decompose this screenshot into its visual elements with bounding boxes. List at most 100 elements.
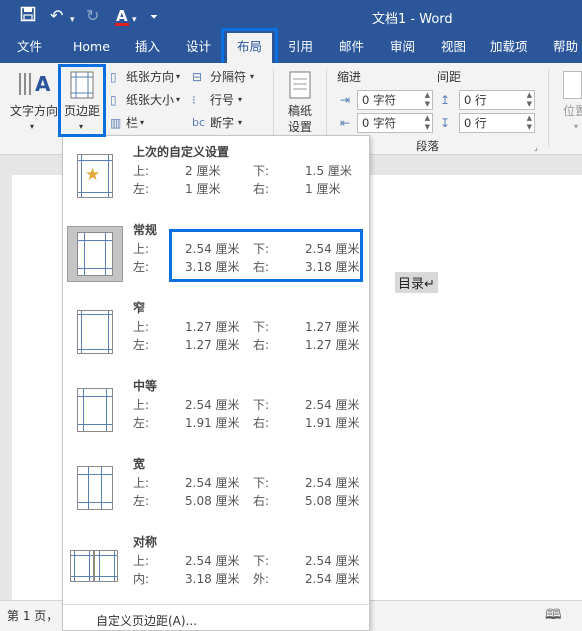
hyphenation-button[interactable]: 断字 (210, 115, 234, 131)
tab-home[interactable]: Home (73, 39, 110, 55)
svg-text:A: A (35, 72, 51, 96)
margin-value: 2.54 厘米 (185, 476, 240, 490)
orientation-button[interactable]: 纸张方向 (126, 69, 174, 85)
position-dropdown-icon[interactable]: ▾ (574, 119, 578, 135)
indent-right-input[interactable]: 0 字符 ▲ ▼ (357, 113, 433, 133)
hyphenation-dropdown-icon[interactable]: ▾ (238, 115, 242, 131)
customize-toolbar-icon[interactable]: ⏷ (150, 8, 158, 28)
margin-option-wide[interactable]: 宽 上: 2.54 厘米 下: 2.54 厘米 左: 5.08 厘米 右: 5.… (63, 448, 369, 526)
margin-label: 上: (133, 242, 150, 256)
margin-value: 2.54 厘米 (305, 572, 360, 586)
tab-layout[interactable]: 布局 (227, 33, 273, 63)
text-direction-dropdown-icon[interactable]: ▾ (30, 119, 34, 135)
tab-insert[interactable]: 插入 (135, 39, 160, 55)
undo-icon[interactable]: ↶ (50, 6, 63, 26)
spacing-label: 间距 (437, 70, 462, 84)
margin-value: 5.08 厘米 (305, 494, 360, 508)
margin-label: 左: (133, 416, 150, 430)
margin-value: 2.54 厘米 (305, 476, 360, 490)
margin-preview-wrap (67, 460, 123, 516)
indent-right-icon: ⇤ (340, 116, 351, 130)
margin-label: 上: (133, 398, 150, 412)
margin-label: 下: (253, 476, 270, 490)
document-heading[interactable]: 目录↵ (395, 272, 438, 293)
margin-value: 1.91 厘米 (305, 416, 360, 430)
window-title: 文档1 - Word (372, 12, 453, 27)
margins-dropdown-icon[interactable]: ▾ (79, 119, 83, 135)
columns-dropdown-icon[interactable]: ▾ (140, 115, 144, 131)
margins-icon[interactable] (70, 71, 94, 102)
margin-value: 5.08 厘米 (185, 494, 240, 508)
text-direction-icon[interactable]: A (16, 69, 54, 102)
margin-label: 上: (133, 554, 150, 568)
columns-button[interactable]: 栏 (126, 115, 138, 131)
tab-view[interactable]: 视图 (441, 39, 466, 55)
margin-option-title: 中等 (133, 379, 158, 393)
size-dropdown-icon[interactable]: ▾ (176, 92, 180, 108)
margin-preview-wrap: ★ (67, 148, 123, 204)
margin-label: 右: (253, 416, 270, 430)
line-numbers-button[interactable]: 行号 (210, 92, 234, 108)
indent-left-input[interactable]: 0 字符 ▲ ▼ (357, 90, 433, 110)
line-numbers-dropdown-icon[interactable]: ▾ (238, 92, 242, 108)
draft-paper-label-line1[interactable]: 稿纸 (288, 103, 312, 119)
margin-preview-wrap (67, 382, 123, 438)
undo-dropdown-icon[interactable]: ▾ (70, 10, 75, 30)
tab-review[interactable]: 审阅 (390, 39, 415, 55)
tab-mailings[interactable]: 邮件 (339, 39, 364, 55)
font-color-dropdown-icon[interactable]: ▾ (132, 10, 137, 30)
text-direction-button[interactable]: 文字方向 (10, 103, 58, 119)
ribbon-separator (548, 69, 549, 147)
margin-option-narrow[interactable]: 窄 上: 1.27 厘米 下: 1.27 厘米 左: 1.27 厘米 右: 1.… (63, 292, 369, 370)
margin-value: 1 厘米 (185, 182, 221, 196)
spacing-after-icon: ↧ (440, 116, 451, 130)
draft-paper-icon[interactable] (289, 71, 311, 102)
breaks-dropdown-icon[interactable]: ▾ (250, 69, 254, 85)
margin-option-mirrored[interactable]: 对称 上: 2.54 厘米 下: 2.54 厘米 内: 3.18 厘米 外: 2… (63, 526, 369, 604)
position-button[interactable]: 位置 (563, 103, 582, 119)
title-bar: ↶ ▾ ↻ A ▾ ⏷ 文档1 - Word (0, 0, 582, 33)
margin-option-moderate[interactable]: 中等 上: 2.54 厘米 下: 2.54 厘米 左: 1.91 厘米 右: 1… (63, 370, 369, 448)
tab-addins[interactable]: 加载项 (490, 39, 528, 55)
size-button[interactable]: 纸张大小 (126, 92, 174, 108)
spacing-after-input[interactable]: 0 行 ▲ ▼ (459, 113, 535, 133)
margin-option-title: 上次的自定义设置 (133, 145, 230, 159)
spinner-arrows-icon[interactable]: ▲ ▼ (527, 114, 532, 132)
star-icon: ★ (85, 165, 101, 185)
margin-option-normal[interactable]: 常规 上: 2.54 厘米 下: 2.54 厘米 左: 3.18 厘米 右: 3… (63, 214, 369, 292)
margin-label: 内: (133, 572, 150, 586)
breaks-button[interactable]: 分隔符 (210, 69, 246, 85)
margin-label: 下: (253, 242, 270, 256)
spacing-before-input[interactable]: 0 行 ▲ ▼ (459, 90, 535, 110)
ribbon-tab-bar: 文件 Home 插入 设计 布局 引用 邮件 审阅 视图 加载项 帮助 (0, 33, 582, 63)
margin-option-last-custom[interactable]: ★ 上次的自定义设置 上: 2 厘米 下: 1.5 厘米 左: 1 厘米 右: … (63, 136, 369, 214)
margin-label: 右: (253, 338, 270, 352)
margin-value: 2.54 厘米 (185, 242, 240, 256)
draft-paper-label-line2[interactable]: 设置 (288, 119, 312, 135)
margin-label: 外: (253, 572, 270, 586)
margin-label: 下: (253, 554, 270, 568)
indent-left-icon: ⇥ (340, 93, 351, 107)
spinner-arrows-icon[interactable]: ▲ ▼ (425, 91, 430, 109)
read-mode-icon[interactable]: 🕮 (545, 604, 562, 628)
margin-label: 下: (253, 398, 270, 412)
font-color-icon[interactable]: A (115, 6, 129, 26)
page-count[interactable]: 第 1 页， (7, 607, 58, 624)
margin-value: 1.27 厘米 (305, 320, 360, 334)
orientation-dropdown-icon[interactable]: ▾ (176, 69, 180, 85)
custom-margins-link[interactable]: 自定义页边距(A)... (96, 612, 197, 629)
tab-references[interactable]: 引用 (288, 39, 313, 55)
tab-design[interactable]: 设计 (186, 39, 211, 55)
spinner-arrows-icon[interactable]: ▲ ▼ (425, 114, 430, 132)
paragraph-dialog-launcher-icon[interactable]: ⌟ (534, 140, 538, 156)
tab-help[interactable]: 帮助 (553, 39, 578, 55)
spinner-arrows-icon[interactable]: ▲ ▼ (527, 91, 532, 109)
margin-value: 2.54 厘米 (185, 398, 240, 412)
margin-value: 1.27 厘米 (185, 320, 240, 334)
margins-button[interactable]: 页边距 (64, 103, 100, 119)
redo-icon: ↻ (86, 6, 100, 25)
position-icon[interactable] (563, 71, 582, 99)
save-icon[interactable] (20, 6, 36, 27)
tab-file[interactable]: 文件 (17, 39, 42, 55)
margin-option-title: 对称 (133, 535, 158, 549)
